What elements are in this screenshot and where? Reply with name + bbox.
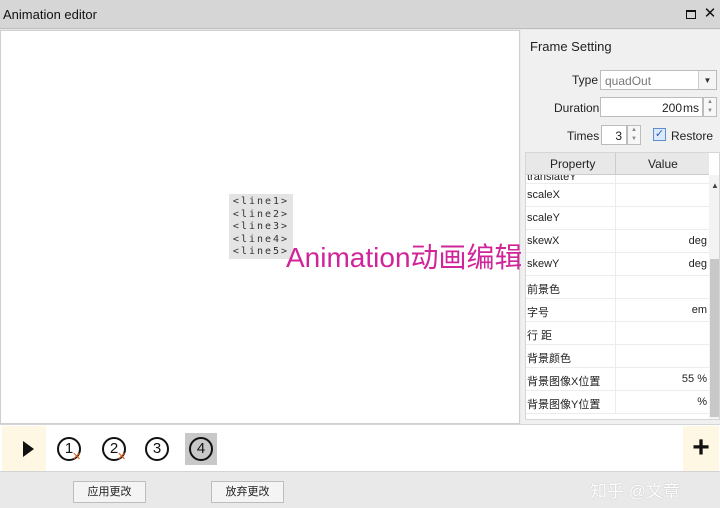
property-name: translateY <box>527 175 577 183</box>
stepper-down-icon[interactable]: ▼ <box>628 135 640 144</box>
frame-1-button[interactable]: 1 ✕ <box>53 433 85 465</box>
table-row[interactable]: skewX deg <box>526 230 709 253</box>
animation-canvas[interactable]: <line1> <line2> <line3> <line4> <line5> … <box>0 30 523 424</box>
property-value: 55 % <box>681 373 707 385</box>
stepper-up-icon[interactable]: ▲ <box>704 98 716 107</box>
stepper-up-icon[interactable]: ▲ <box>628 126 640 135</box>
duration-label: Duration <box>554 101 600 115</box>
delete-x-icon: ✕ <box>72 451 82 463</box>
duration-stepper[interactable]: ▲ ▼ <box>703 97 717 117</box>
table-row[interactable]: 字号 em <box>526 299 709 322</box>
window-title: Animation editor <box>3 7 97 22</box>
property-name: skewX <box>527 235 560 247</box>
table-row[interactable]: translateY <box>526 175 709 184</box>
times-label: Times <box>567 129 600 143</box>
table-row[interactable]: scaleX <box>526 184 709 207</box>
frame-setting-panel: Frame Setting Type quadOut ▼ Duration 20… <box>521 30 720 424</box>
panel-title: Frame Setting <box>530 39 612 54</box>
table-header: Property Value <box>526 153 709 175</box>
table-row[interactable]: skewY deg <box>526 253 709 276</box>
property-name: scaleY <box>527 212 561 224</box>
chevron-down-icon[interactable]: ▼ <box>698 71 716 89</box>
table-row[interactable]: 行 距 <box>526 322 709 345</box>
property-value: deg <box>688 235 707 247</box>
restore-label: Restore <box>671 129 714 143</box>
add-frame-button[interactable]: + <box>683 426 719 471</box>
property-value: deg <box>688 258 707 270</box>
title-bar: Animation editor ✕ <box>0 0 720 29</box>
property-name: 字号 <box>527 307 549 319</box>
vertical-scrollbar[interactable]: ▲ <box>709 175 719 419</box>
overlay-caption: Animation动画编辑 <box>286 242 523 273</box>
scroll-up-icon[interactable]: ▲ <box>711 181 719 190</box>
canvas-line: <line3> <box>232 221 290 233</box>
property-value: em <box>691 304 707 316</box>
frame-3-button[interactable]: 3 <box>141 433 173 465</box>
frame-4-button[interactable]: 4 <box>185 433 217 465</box>
property-name: 背景颜色 <box>527 353 571 365</box>
table-row[interactable]: 背景图像Y位置% <box>526 391 709 414</box>
times-value: 3 <box>615 129 622 143</box>
footer-bar: 应用更改 放弃更改 知乎 @文章 <box>0 473 720 508</box>
duration-unit: ms <box>683 101 699 115</box>
delete-x-icon: ✕ <box>117 451 127 463</box>
restore-checkbox[interactable]: ✓ <box>653 128 666 141</box>
times-input[interactable]: 3 <box>601 125 627 145</box>
type-select[interactable]: quadOut ▼ <box>600 70 717 90</box>
timeline-bar: 1 ✕ 2 ✕ 3 4 + <box>0 424 720 472</box>
times-stepper[interactable]: ▲ ▼ <box>627 125 641 145</box>
frame-2-button[interactable]: 2 ✕ <box>98 433 130 465</box>
table-row[interactable]: 前景色 <box>526 276 709 299</box>
property-name: 背景图像X位置 <box>527 376 601 388</box>
animated-text-element[interactable]: <line1> <line2> <line3> <line4> <line5> <box>229 194 293 259</box>
canvas-line: <line1> <box>232 196 290 207</box>
table-row[interactable]: 背景颜色 <box>526 345 709 368</box>
duration-input[interactable]: 200 ms <box>600 97 703 117</box>
type-value: quadOut <box>605 74 652 88</box>
table-row[interactable]: 背景图像X位置 55 % <box>526 368 709 391</box>
property-name: 背景图像Y位置 <box>527 399 601 411</box>
property-value: % <box>697 396 707 408</box>
frame-number: 3 <box>145 437 169 461</box>
discard-changes-button[interactable]: 放弃更改 <box>211 481 284 503</box>
frame-number: 4 <box>189 437 213 461</box>
property-name: skewY <box>527 258 560 270</box>
property-rows: translateY scaleX scaleY skewX deg skewY d… <box>526 175 709 414</box>
canvas-line: <line2> <box>232 208 290 220</box>
duration-value: 200 <box>661 101 682 115</box>
close-icon[interactable]: ✕ <box>704 6 717 21</box>
play-button[interactable] <box>2 426 46 471</box>
property-name: scaleX <box>527 189 561 201</box>
canvas-line: <line5> <box>232 246 290 258</box>
property-table: Property Value translateY scaleX scaleY … <box>525 152 720 420</box>
property-name: 前景色 <box>527 284 560 296</box>
watermark: 知乎 @文章 <box>590 482 680 501</box>
column-header-property: Property <box>550 157 596 171</box>
column-header-value: Value <box>648 157 678 171</box>
property-name: 行 距 <box>527 330 553 342</box>
apply-changes-button[interactable]: 应用更改 <box>73 481 146 503</box>
stepper-down-icon[interactable]: ▼ <box>704 107 716 116</box>
scrollbar-thumb[interactable] <box>710 259 719 417</box>
play-icon <box>22 440 34 457</box>
maximize-icon[interactable] <box>685 8 697 20</box>
canvas-line: <line4> <box>232 233 290 245</box>
table-row[interactable]: scaleY <box>526 207 709 230</box>
type-label: Type <box>572 73 599 87</box>
